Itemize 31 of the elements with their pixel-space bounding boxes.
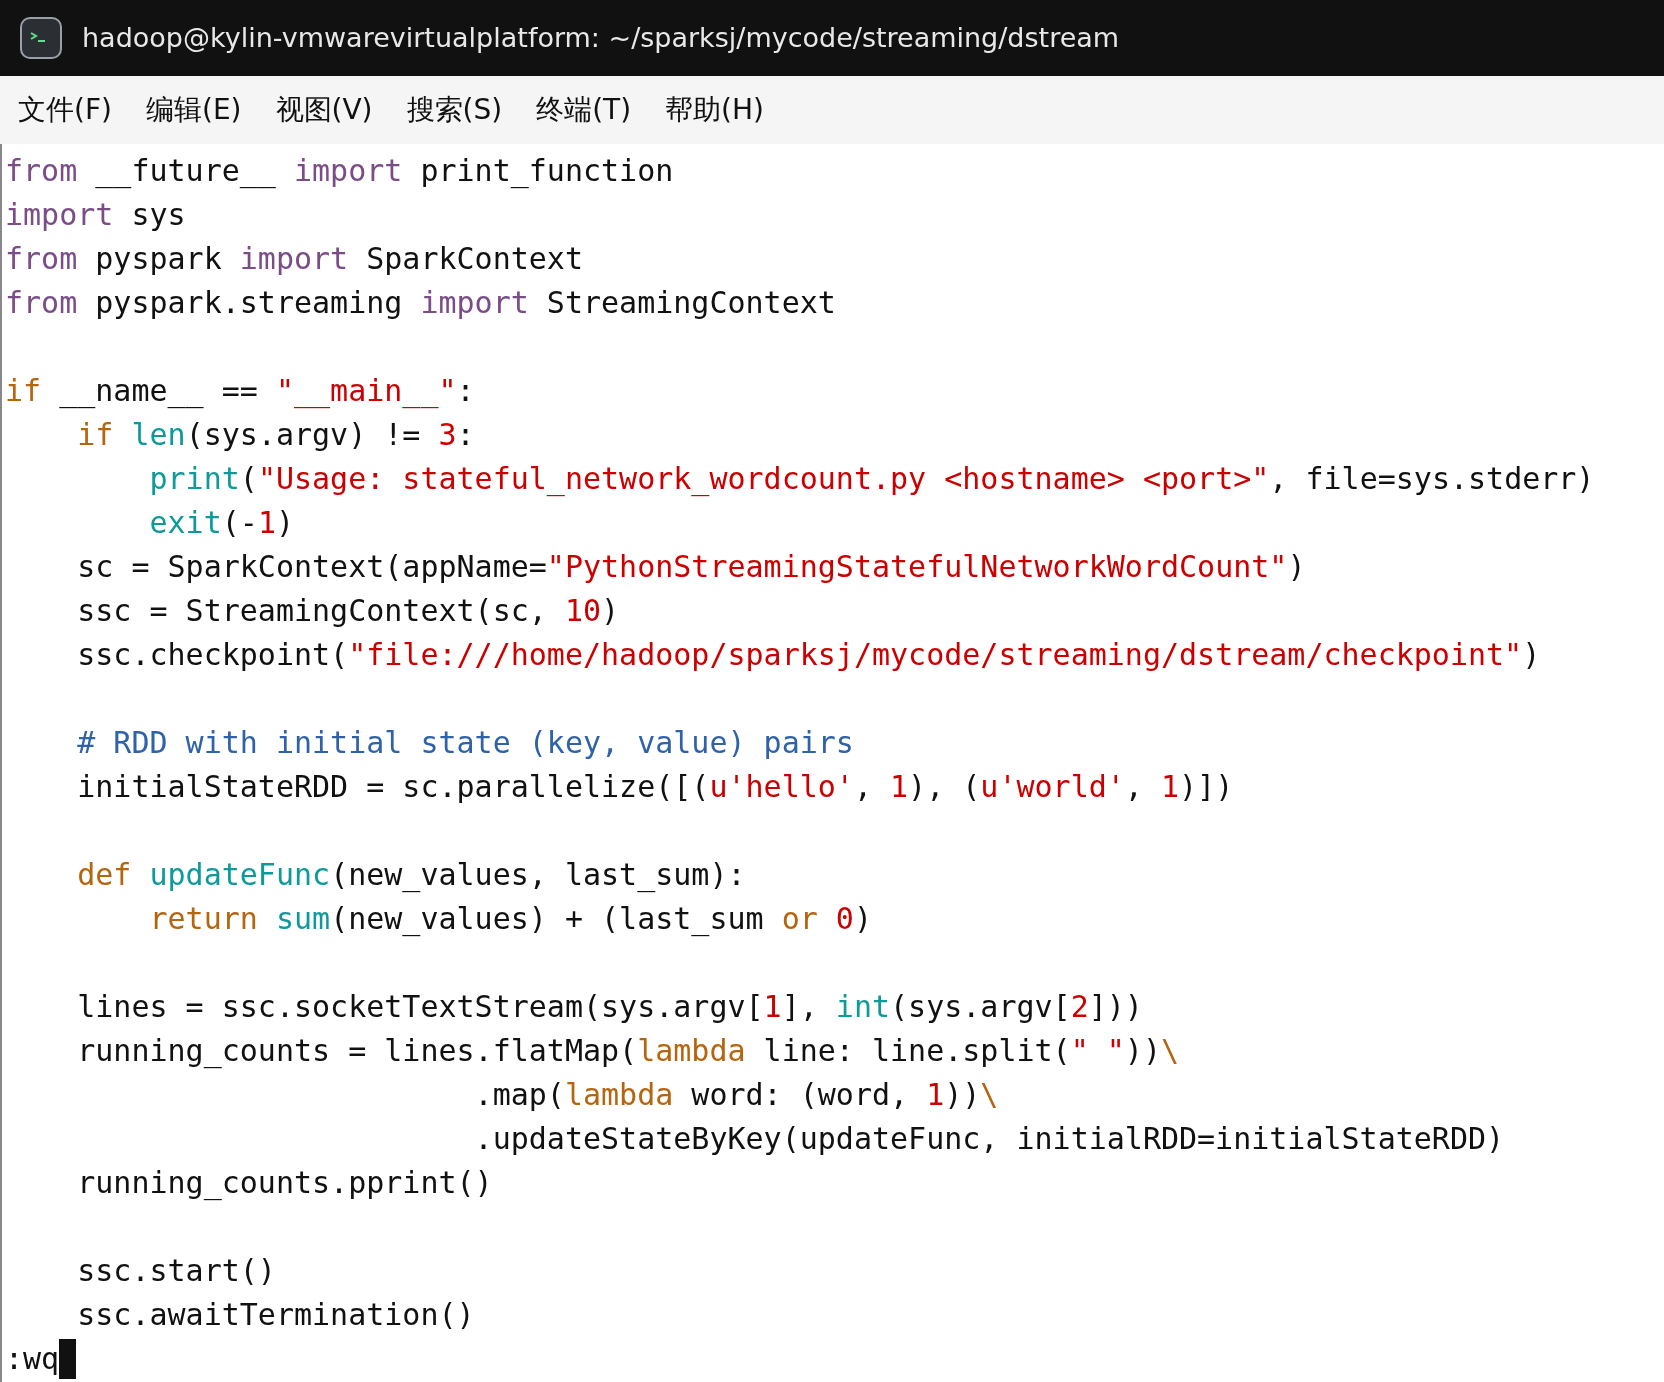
- code-line: # RDD with initial state (key, value) pairs: [76, 724, 854, 762]
- code-line: from __future__ import print_function: [5, 152, 674, 191]
- menu-item[interactable]: 搜索(S): [406, 89, 503, 131]
- code-line: running_counts = lines.flatMap(lambda line: line.split(" "))\: [76, 1032, 1179, 1071]
- code-line: ssc.start(): [76, 1252, 276, 1290]
- code-line: print("Usage: stateful_network_wordcount.py <hostname> <port>", file=sys.stderr): [148, 460, 1595, 499]
- menu-item[interactable]: 文件(F): [18, 89, 112, 131]
- code-line: from pyspark.streaming import StreamingContext: [5, 284, 836, 322]
- code-line: def updateFunc(new_values, last_sum):: [76, 856, 746, 895]
- menu-item[interactable]: 终端(T): [536, 89, 632, 131]
- terminal-icon: [20, 17, 62, 59]
- command-line: :wq: [5, 1340, 60, 1378]
- menu-item[interactable]: 帮助(H): [665, 89, 764, 131]
- code-line: lines = ssc.socketTextStream(sys.argv[1], int(sys.argv[2])): [76, 988, 1143, 1026]
- code-line: running_counts.pprint(): [76, 1164, 493, 1203]
- menu-item[interactable]: 编辑(E): [145, 89, 242, 131]
- menu-item[interactable]: 视图(V): [275, 89, 373, 131]
- code-line: .updateStateByKey(updateFunc, initialRDD=initialStateRDD): [473, 1120, 1505, 1158]
- code-line: ssc = StreamingContext(sc, 10): [76, 592, 620, 630]
- code-line: sc = SparkContext(appName="PythonStreamingStatefulNetworkWordCount"): [76, 548, 1306, 586]
- code-line: if len(sys.argv) != 3:: [76, 416, 475, 454]
- code-line: if __name__ == "__main__":: [5, 372, 475, 411]
- code-line: .map(lambda word: (word, 1))\: [473, 1076, 999, 1114]
- code-line: initialStateRDD = sc.parallelize([(u'hello', 1), (u'world', 1)]): [76, 768, 1234, 806]
- code-line: from pyspark import SparkContext: [5, 240, 583, 278]
- code-line: ssc.checkpoint("file:///home/hadoop/sparksj/mycode/streaming/dstream/checkpoint"): [76, 636, 1541, 674]
- code-line: ssc.awaitTermination(): [76, 1296, 475, 1334]
- code-line: import sys: [5, 196, 186, 234]
- code-line: return sum(new_values) + (last_sum or 0): [148, 900, 872, 939]
- window-title: hadoop@kylin-vmwarevirtualplatform: ~/sparksj/mycode/streaming/dstream: [82, 20, 1120, 55]
- code-line: exit(-1): [148, 504, 294, 542]
